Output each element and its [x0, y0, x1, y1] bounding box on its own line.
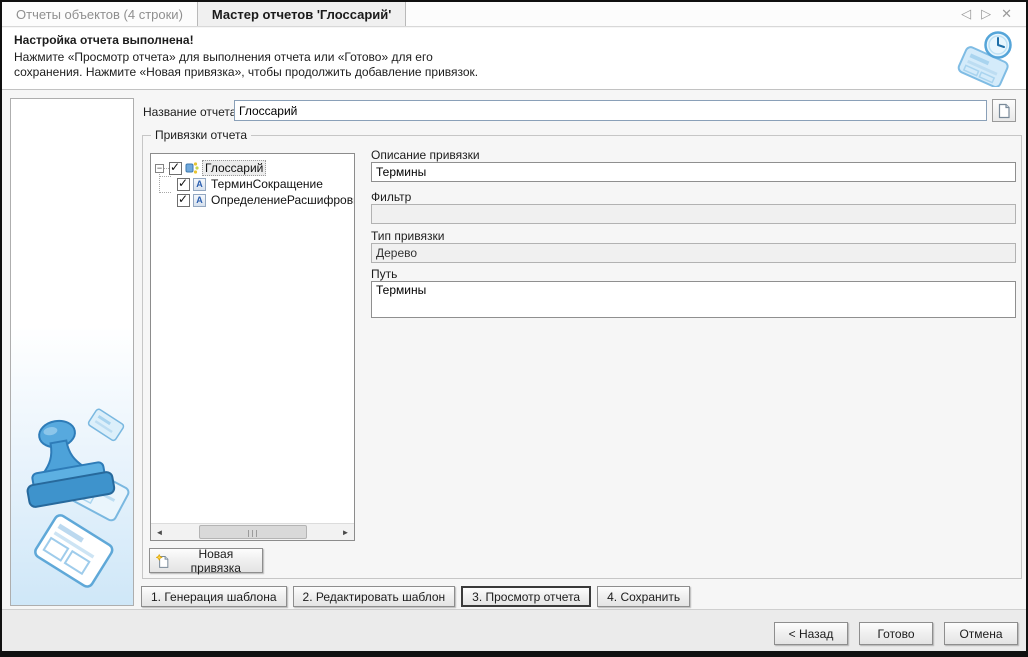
tree-node-label[interactable]: Глоссарий	[202, 160, 266, 176]
open-report-button[interactable]	[992, 99, 1016, 122]
binding-hierarchy-icon	[185, 161, 199, 175]
header-instruction-line1: Нажмите «Просмотр отчета» для выполнения…	[14, 50, 1026, 65]
binding-type-label: Тип привязки	[371, 229, 444, 243]
new-binding-label: Новая привязка	[176, 547, 256, 575]
scrollbar-thumb[interactable]	[199, 525, 307, 539]
step-edit-template-button[interactable]: 2. Редактировать шаблон	[293, 586, 456, 607]
check-icon: ✓	[178, 192, 188, 206]
main-area: Название отчета: Привязки отчета −	[2, 91, 1026, 609]
tree-row-root[interactable]: − ✓ Глоссарий	[155, 160, 266, 176]
scrollbar-thumb-grip	[248, 530, 259, 537]
new-document-icon	[156, 553, 170, 569]
step-generate-template-button[interactable]: 1. Генерация шаблона	[141, 586, 287, 607]
step-save-button[interactable]: 4. Сохранить	[597, 586, 690, 607]
tab-scroll-left-icon[interactable]: ◁	[961, 6, 971, 22]
header-instruction-line2: сохранения. Нажмите «Новая привязка», чт…	[14, 65, 1026, 80]
child-checkbox[interactable]: ✓	[177, 194, 190, 207]
tree-horizontal-scrollbar[interactable]: ◄ ►	[151, 523, 354, 540]
report-name-label: Название отчета:	[143, 105, 240, 119]
wizard-header: Настройка отчета выполнена! Нажмите «Про…	[2, 28, 1026, 90]
path-label: Путь	[371, 267, 397, 281]
tree-node-label[interactable]: ТерминСокращение	[209, 177, 325, 191]
tab-label: Отчеты объектов (4 строки)	[16, 7, 183, 22]
binding-type-input	[371, 243, 1016, 263]
header-title: Настройка отчета выполнена!	[14, 33, 1026, 47]
tree-connector	[159, 192, 171, 193]
tab-close-icon[interactable]: ✕	[1001, 6, 1012, 22]
tab-label: Мастер отчетов 'Глоссарий'	[212, 7, 391, 22]
bindings-tree: − ✓ Глоссарий ✓	[150, 153, 355, 541]
tree-row-child[interactable]: ✓ A ОпределениеРасшифровк	[177, 192, 355, 208]
filter-input	[371, 204, 1016, 224]
attribute-icon: A	[193, 194, 206, 207]
bindings-groupbox: Привязки отчета − ✓	[142, 135, 1022, 579]
report-clock-icon	[956, 29, 1018, 87]
document-icon	[996, 103, 1012, 119]
window-bottom-edge	[2, 651, 1026, 655]
path-textarea[interactable]: Термины	[371, 281, 1016, 318]
tab-object-reports[interactable]: Отчеты объектов (4 строки)	[2, 2, 197, 26]
tree-connector	[159, 176, 171, 177]
wizard-sidebar	[10, 98, 134, 606]
new-binding-button[interactable]: Новая привязка	[149, 548, 263, 573]
tab-nav: ◁ ▷ ✕	[947, 2, 1026, 26]
check-icon: ✓	[178, 176, 188, 190]
attribute-icon: A	[193, 178, 206, 191]
root-checkbox[interactable]: ✓	[169, 162, 182, 175]
footer-bar: < Назад Готово Отмена	[2, 609, 1026, 651]
tab-bar: Отчеты объектов (4 строки) Мастер отчето…	[2, 2, 1026, 27]
stamp-documents-illustration	[11, 389, 133, 601]
report-wizard-window: Отчеты объектов (4 строки) Мастер отчето…	[0, 0, 1028, 657]
finish-button[interactable]: Готово	[859, 622, 933, 645]
groupbox-title: Привязки отчета	[151, 128, 251, 142]
tree-node-label[interactable]: ОпределениеРасшифровк	[209, 193, 355, 207]
scroll-right-icon[interactable]: ►	[337, 524, 354, 540]
check-icon: ✓	[170, 160, 180, 174]
scroll-left-icon[interactable]: ◄	[151, 524, 168, 540]
tree-row-child[interactable]: ✓ A ТерминСокращение	[177, 176, 325, 192]
report-name-input[interactable]	[234, 100, 987, 121]
tab-report-wizard[interactable]: Мастер отчетов 'Глоссарий'	[197, 2, 406, 26]
back-button[interactable]: < Назад	[774, 622, 848, 645]
cancel-button[interactable]: Отмена	[944, 622, 1018, 645]
tab-scroll-right-icon[interactable]: ▷	[981, 6, 991, 22]
wizard-steps-bar: 1. Генерация шаблона 2. Редактировать ша…	[141, 586, 690, 608]
description-input[interactable]	[371, 162, 1016, 182]
filter-label: Фильтр	[371, 190, 411, 204]
child-checkbox[interactable]: ✓	[177, 178, 190, 191]
step-preview-report-button[interactable]: 3. Просмотр отчета	[461, 586, 591, 607]
description-label: Описание привязки	[371, 148, 480, 162]
collapse-expander-icon[interactable]: −	[155, 164, 164, 173]
